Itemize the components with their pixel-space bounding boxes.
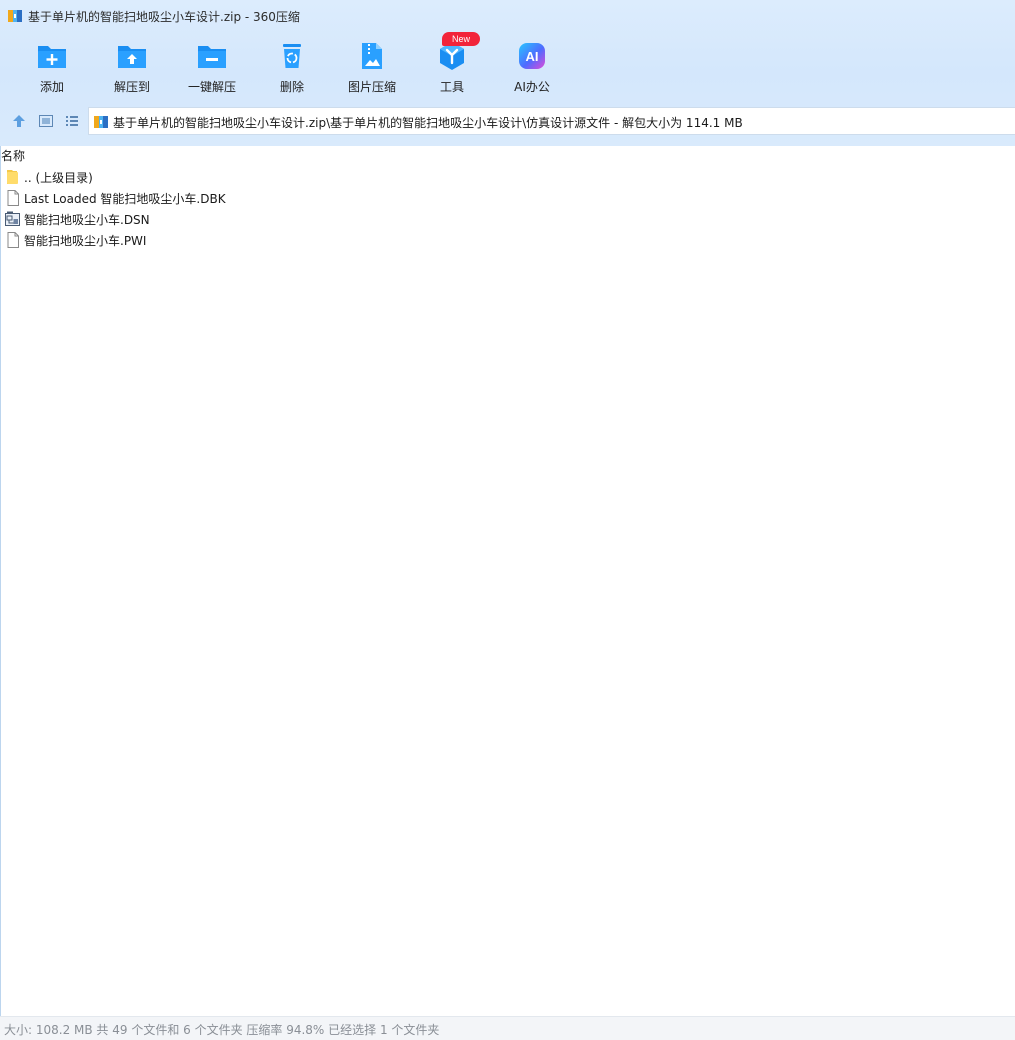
window-title: 基于单片机的智能扫地吸尘小车设计.zip - 360压缩	[28, 10, 300, 24]
column-header-name[interactable]: 名称	[1, 147, 25, 165]
one-click-extract-button-label: 一键解压	[187, 80, 236, 94]
folder-icon	[7, 170, 18, 184]
file-list: 名称 .. (上级目录) Last Loaded 智能扫地吸尘小车.DBK 智能…	[0, 146, 1015, 1016]
title-bar: 基于单片机的智能扫地吸尘小车设计.zip - 360压缩	[0, 0, 1015, 32]
image-compress-button[interactable]: 图片压缩	[332, 36, 412, 98]
ai-office-button-label: AI办公	[514, 80, 550, 94]
ai-office-button[interactable]: AI AI办公	[492, 36, 572, 98]
thumbnail-view-icon[interactable]	[39, 114, 53, 128]
list-item[interactable]: 智能扫地吸尘小车.PWI	[5, 230, 405, 250]
up-arrow-icon[interactable]	[12, 114, 26, 128]
add-button-label: 添加	[39, 80, 64, 94]
svg-text:AI: AI	[526, 49, 539, 64]
image-compress-button-label: 图片压缩	[347, 80, 396, 94]
path-text: 基于单片机的智能扫地吸尘小车设计.zip\基于单片机的智能扫地吸尘小车设计\仿真…	[113, 116, 743, 130]
one-click-extract-icon	[198, 46, 226, 68]
main-toolbar: 添加 解压到 一键解压 删除 图片压缩 工具 AI AI办公	[12, 36, 572, 100]
add-button[interactable]: 添加	[12, 36, 92, 98]
window-chrome: 基于单片机的智能扫地吸尘小车设计.zip - 360压缩 添加 解压到 一键解压…	[0, 0, 1015, 147]
file-name: Last Loaded 智能扫地吸尘小车.DBK	[24, 192, 226, 206]
one-click-extract-button[interactable]: 一键解压	[172, 36, 252, 98]
ai-office-icon: AI	[519, 43, 545, 69]
address-bar: 基于单片机的智能扫地吸尘小车设计.zip\基于单片机的智能扫地吸尘小车设计\仿真…	[0, 106, 1015, 136]
list-item[interactable]: Last Loaded 智能扫地吸尘小车.DBK	[5, 188, 405, 208]
status-text: 大小: 108.2 MB 共 49 个文件和 6 个文件夹 压缩率 94.8% …	[4, 1023, 440, 1037]
list-item-parent-folder[interactable]: .. (上级目录)	[5, 167, 405, 187]
extract-to-icon	[118, 46, 146, 68]
add-folder-icon	[38, 46, 66, 68]
file-name: 智能扫地吸尘小车.DSN	[24, 213, 150, 227]
extract-to-button-label: 解压到	[113, 80, 150, 94]
file-name: 智能扫地吸尘小车.PWI	[24, 234, 147, 248]
schematic-file-icon	[5, 211, 20, 226]
archive-icon	[94, 116, 108, 128]
file-name: .. (上级目录)	[24, 171, 93, 185]
path-field[interactable]: 基于单片机的智能扫地吸尘小车设计.zip\基于单片机的智能扫地吸尘小车设计\仿真…	[88, 107, 1015, 135]
archive-app-icon	[8, 10, 22, 22]
tools-button-label: 工具	[439, 80, 464, 94]
status-bar: 大小: 108.2 MB 共 49 个文件和 6 个文件夹 压缩率 94.8% …	[0, 1016, 1015, 1040]
extract-to-button[interactable]: 解压到	[92, 36, 172, 98]
delete-button-label: 删除	[279, 80, 304, 94]
new-badge: New	[442, 32, 480, 46]
list-item[interactable]: 智能扫地吸尘小车.DSN	[5, 209, 405, 229]
list-view-icon[interactable]	[65, 114, 79, 128]
file-icon	[7, 232, 19, 248]
delete-button[interactable]: 删除	[252, 36, 332, 98]
file-icon	[7, 190, 19, 206]
trash-icon	[283, 44, 301, 68]
image-compress-icon	[362, 43, 382, 69]
